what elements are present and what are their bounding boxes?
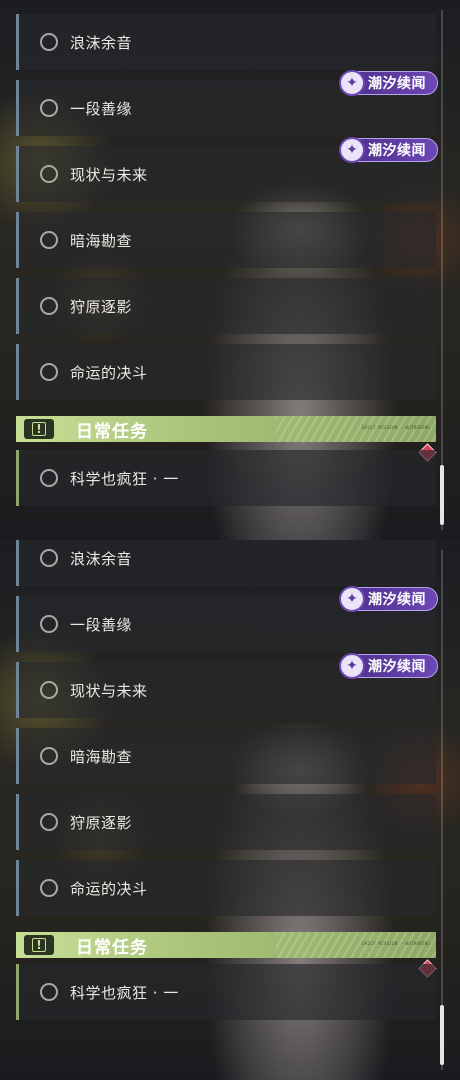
header-title: 日常任务: [76, 421, 148, 442]
radio-circle-icon[interactable]: [40, 231, 58, 249]
scrollbar-track[interactable]: [441, 550, 443, 1070]
quest-row[interactable]: 狩原逐影: [16, 278, 436, 334]
scrollbar-track[interactable]: [441, 10, 443, 530]
radio-circle-icon[interactable]: [40, 99, 58, 117]
radio-circle-icon[interactable]: [40, 615, 58, 633]
tide-tag: ✦ 潮汐续闻: [339, 70, 438, 96]
header-fine-print: DAILY MISSION · WUTHERING: [362, 941, 430, 946]
tide-swirl-icon: ✦: [339, 653, 365, 679]
tide-swirl-icon: ✦: [339, 70, 365, 96]
quest-label: 浪沫余音: [70, 33, 133, 52]
quest-row[interactable]: 暗海勘查: [16, 212, 436, 268]
exclamation-icon: !: [24, 935, 54, 955]
quest-label: 现状与未来: [70, 681, 148, 700]
radio-circle-icon[interactable]: [40, 549, 58, 567]
radio-circle-icon[interactable]: [40, 165, 58, 183]
quest-label: 暗海勘查: [70, 231, 133, 250]
quest-list-panel-bottom: 浪沫余音 一段善缘 现状与未来 暗海勘查 狩原逐影 命运的决斗 ✦ 潮汐续闻 ✦…: [0, 540, 460, 1080]
header-fine-print: DAILY MISSION · WUTHERING: [362, 425, 430, 430]
quest-row[interactable]: 浪沫余音: [16, 14, 436, 70]
quest-label: 命运的决斗: [70, 879, 148, 898]
quest-label: 科学也疯狂 · 一: [70, 983, 179, 1002]
tag-label: 潮汐续闻: [368, 659, 426, 675]
tag-label: 潮汐续闻: [368, 592, 426, 608]
quest-label: 一段善缘: [70, 615, 133, 634]
tide-tag: ✦ 潮汐续闻: [339, 586, 438, 612]
quest-label: 一段善缘: [70, 99, 133, 118]
tide-tag: ✦ 潮汐续闻: [339, 137, 438, 163]
quest-label: 现状与未来: [70, 165, 148, 184]
quest-label: 狩原逐影: [70, 813, 133, 832]
radio-circle-icon[interactable]: [40, 681, 58, 699]
radio-circle-icon[interactable]: [40, 983, 58, 1001]
daily-mission-header[interactable]: ! 日常任务 DAILY MISSION · WUTHERING: [16, 932, 436, 958]
quest-label: 狩原逐影: [70, 297, 133, 316]
radio-circle-icon[interactable]: [40, 469, 58, 487]
quest-list-panel-top: 浪沫余音 一段善缘 现状与未来 暗海勘查 狩原逐影 命运的决斗 ✦ 潮汐续闻 ✦…: [0, 0, 460, 540]
quest-label: 暗海勘查: [70, 747, 133, 766]
scrollbar-thumb[interactable]: [440, 465, 444, 525]
quest-row[interactable]: 浪沫余音: [16, 540, 436, 586]
radio-circle-icon[interactable]: [40, 33, 58, 51]
quest-label: 科学也疯狂 · 一: [70, 469, 179, 488]
tide-swirl-icon: ✦: [339, 137, 365, 163]
quest-row[interactable]: 暗海勘查: [16, 728, 436, 784]
quest-row[interactable]: 命运的决斗: [16, 860, 436, 916]
header-title: 日常任务: [76, 937, 148, 958]
exclamation-icon: !: [24, 419, 54, 439]
radio-circle-icon[interactable]: [40, 747, 58, 765]
quest-label: 浪沫余音: [70, 549, 133, 568]
tag-label: 潮汐续闻: [368, 76, 426, 92]
radio-circle-icon[interactable]: [40, 297, 58, 315]
daily-quest-row[interactable]: 科学也疯狂 · 一: [16, 450, 436, 506]
tide-tag: ✦ 潮汐续闻: [339, 653, 438, 679]
radio-circle-icon[interactable]: [40, 813, 58, 831]
tag-label: 潮汐续闻: [368, 143, 426, 159]
radio-circle-icon[interactable]: [40, 879, 58, 897]
scrollbar-thumb[interactable]: [440, 1005, 444, 1065]
daily-quest-row[interactable]: 科学也疯狂 · 一: [16, 964, 436, 1020]
quest-row[interactable]: 狩原逐影: [16, 794, 436, 850]
radio-circle-icon[interactable]: [40, 363, 58, 381]
tide-swirl-icon: ✦: [339, 586, 365, 612]
daily-mission-header[interactable]: ! 日常任务 DAILY MISSION · WUTHERING: [16, 416, 436, 442]
quest-label: 命运的决斗: [70, 363, 148, 382]
quest-row[interactable]: 命运的决斗: [16, 344, 436, 400]
